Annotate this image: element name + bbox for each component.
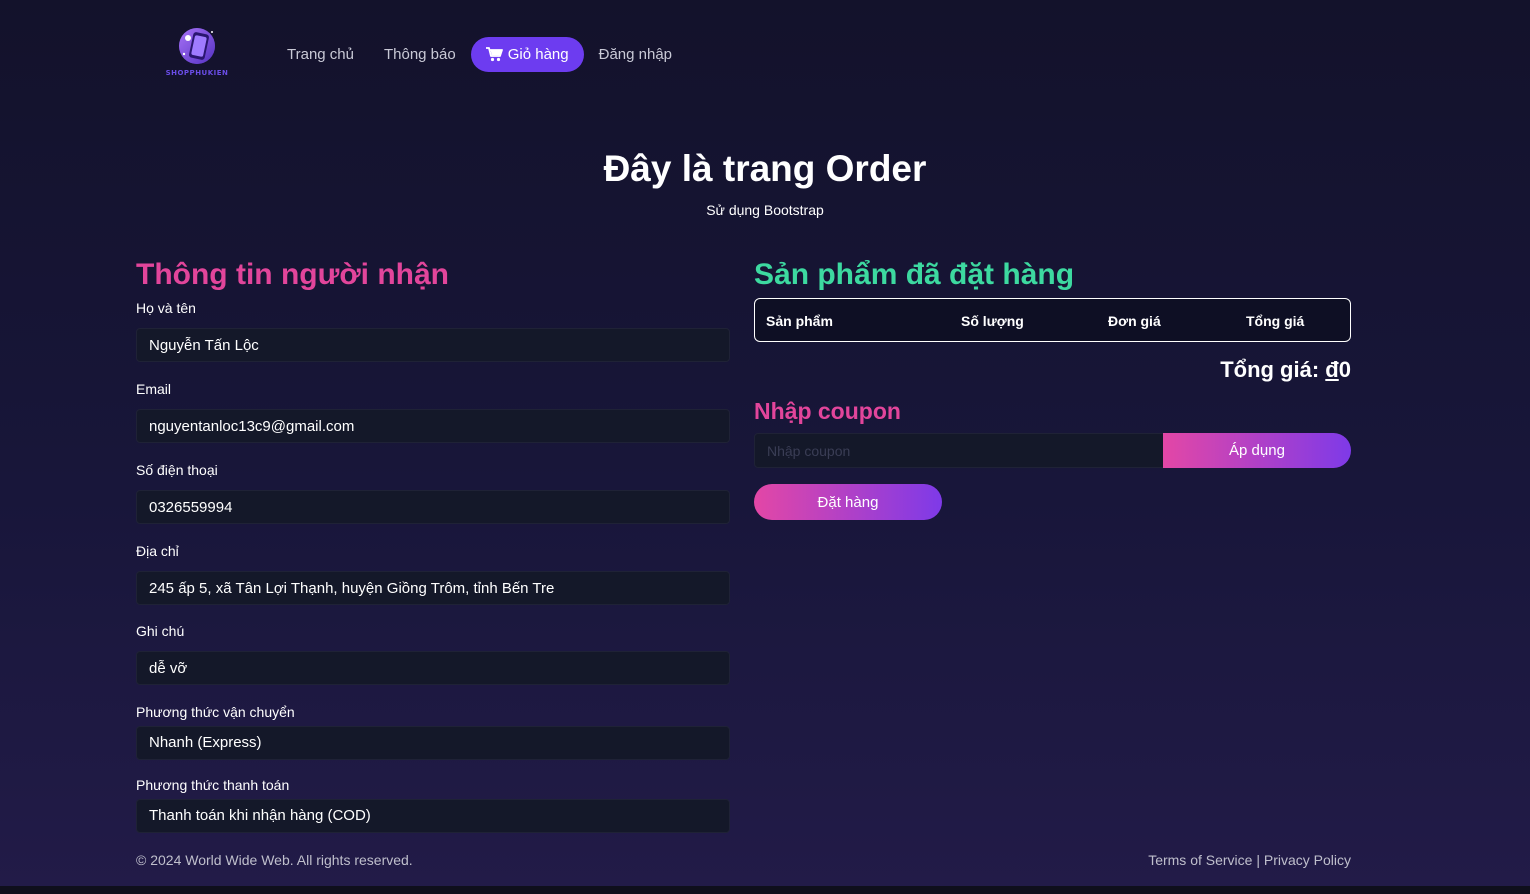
order-table-header: Sản phẩm Số lượng Đơn giá Tổng giá <box>757 301 1348 339</box>
order-table: Sản phẩm Số lượng Đơn giá Tổng giá <box>754 298 1351 342</box>
nav-cart-label: Giỏ hàng <box>507 46 569 63</box>
col-unit-price: Đơn giá <box>1108 313 1161 329</box>
phone-case-logo-icon <box>179 28 215 64</box>
payment-method-select[interactable]: Thanh toán khi nhận hàng (COD) <box>136 799 730 833</box>
shipping-method-select[interactable]: Nhanh (Express) <box>136 726 730 760</box>
nav-home[interactable]: Trang chủ <box>272 36 369 73</box>
order-total-currency: đ <box>1325 357 1339 382</box>
nav-login[interactable]: Đăng nhập <box>584 36 687 73</box>
email-field[interactable] <box>136 409 730 443</box>
page-title: Đây là trang Order <box>603 148 927 189</box>
order-section-title: Sản phẩm đã đặt hàng <box>754 258 1075 291</box>
bottom-strip <box>0 886 1530 894</box>
order-total-value: 0 <box>1338 357 1351 382</box>
recipient-form: Thông tin người nhận Họ và tên Email Số … <box>136 256 732 833</box>
nav-cart[interactable]: Giỏ hàng <box>470 37 584 72</box>
phone-label: Số điện thoại <box>136 462 218 478</box>
order-total: Tổng giá: đ0 <box>1220 357 1351 383</box>
coupon-title: Nhập coupon <box>754 398 901 424</box>
terms-link[interactable]: Terms of Service <box>1148 852 1252 868</box>
place-order-button[interactable]: Đặt hàng <box>754 484 942 520</box>
address-field[interactable] <box>136 571 730 605</box>
payment-method-label: Phương thức thanh toán <box>136 777 290 793</box>
page-subtitle: Sử dụng Bootstrap <box>706 202 824 218</box>
shipping-method-label: Phương thức vận chuyển <box>136 704 295 720</box>
note-label: Ghi chú <box>136 623 185 639</box>
logo-text: SHOPPHUKIEN <box>165 69 229 77</box>
col-quantity: Số lượng <box>961 313 1024 329</box>
email-label: Email <box>136 381 172 397</box>
col-total-price: Tổng giá <box>1246 313 1305 329</box>
footer-separator: | <box>1256 852 1260 868</box>
col-product: Sản phẩm <box>766 313 833 329</box>
recipient-section-title: Thông tin người nhận <box>136 258 449 291</box>
note-field[interactable] <box>136 651 730 685</box>
order-total-label: Tổng giá: <box>1220 357 1320 382</box>
order-summary: Sản phẩm đã đặt hàng Sản phẩm Số lượng Đ… <box>754 256 1351 520</box>
phone-field[interactable] <box>136 490 730 524</box>
footer-copyright: © 2024 World Wide Web. All rights reserv… <box>136 852 413 868</box>
privacy-link[interactable]: Privacy Policy <box>1264 852 1351 868</box>
main-nav: Trang chủ Thông báo Giỏ hàng Đăng nhập <box>272 36 687 73</box>
address-label: Địa chỉ <box>136 543 179 559</box>
footer-links: Terms of Service | Privacy Policy <box>1148 852 1351 868</box>
site-logo[interactable]: SHOPPHUKIEN <box>160 24 234 80</box>
apply-coupon-button[interactable]: Áp dụng <box>1163 433 1351 468</box>
nav-notifications[interactable]: Thông báo <box>369 36 471 73</box>
coupon-input[interactable] <box>754 433 1164 468</box>
cart-icon <box>485 47 503 62</box>
fullname-field[interactable] <box>136 328 730 362</box>
fullname-label: Họ và tên <box>136 300 196 316</box>
